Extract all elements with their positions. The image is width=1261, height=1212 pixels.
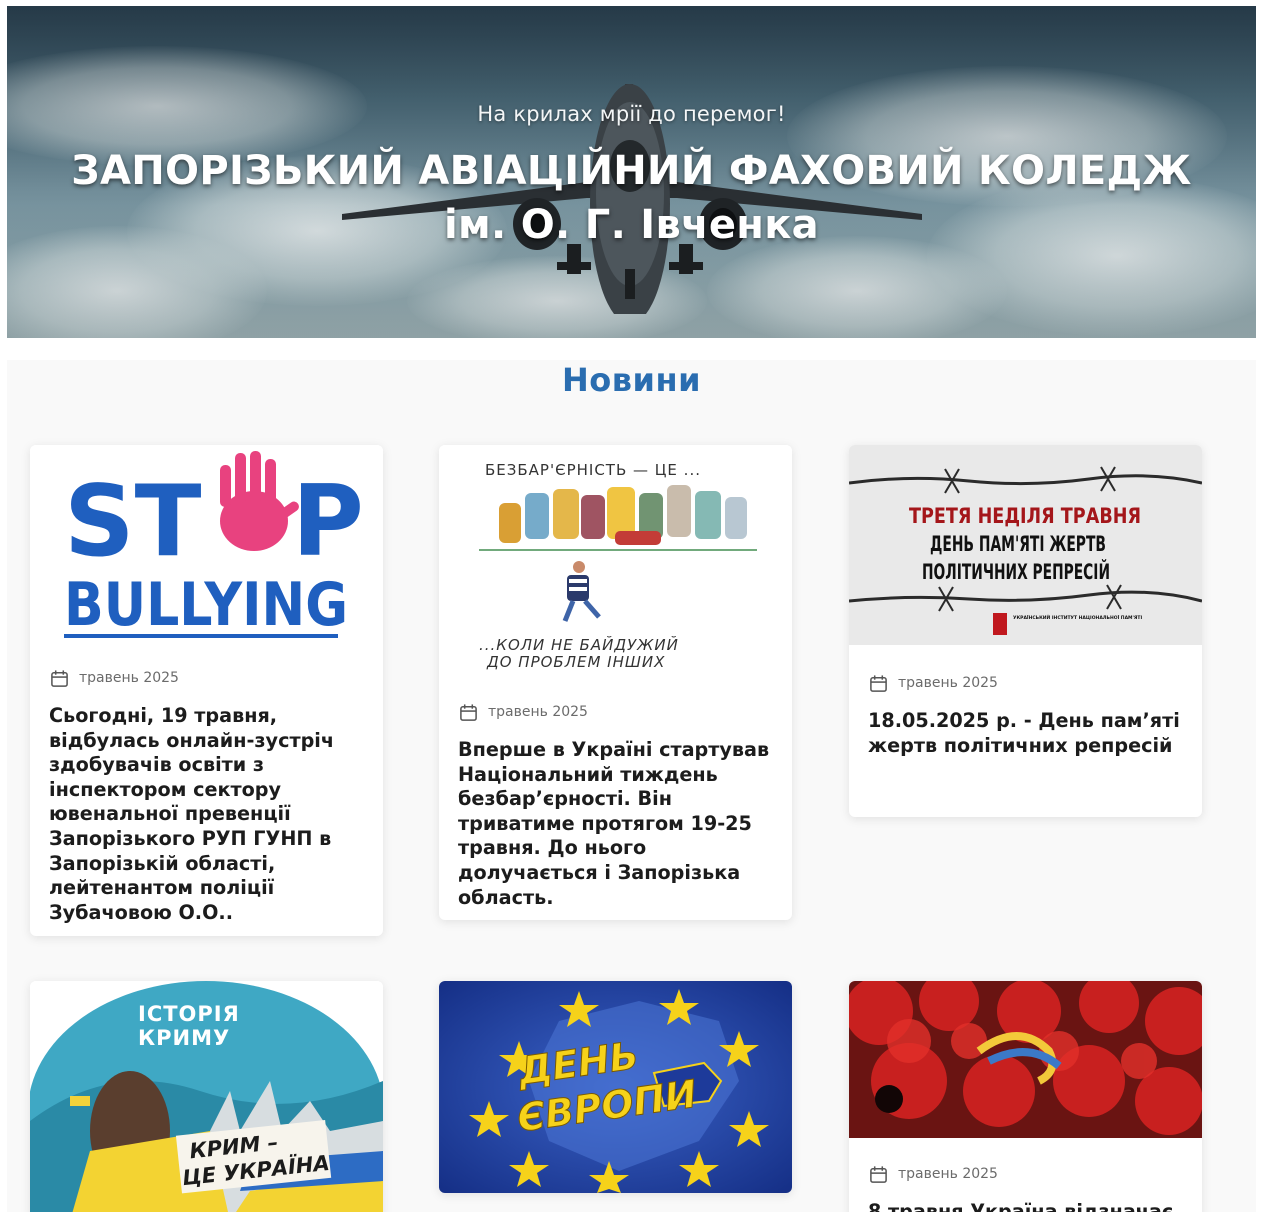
stop-bullying-image[interactable]: ST P BULLYING bbox=[30, 445, 383, 652]
news-card[interactable]: ТРЕТЯ НЕДІЛЯ ТРАВНЯ ДЕНЬ ПАМ'ЯТІ ЖЕРТВ П… bbox=[849, 445, 1202, 817]
accessibility-caption-2: ДО ПРОБЛЕМ ІНШИХ bbox=[486, 653, 665, 671]
hero-subtitle: На крилах мрії до перемог! bbox=[477, 102, 786, 126]
calendar-icon bbox=[870, 674, 887, 692]
news-date: травень 2025 bbox=[488, 704, 588, 720]
news-heading: Новини bbox=[562, 361, 701, 399]
college-title-line2: ім. О. Г. Івченка bbox=[444, 202, 819, 248]
repressions-line1: ТРЕТЯ НЕДІЛЯ ТРАВНЯ bbox=[909, 504, 1141, 528]
calendar-icon bbox=[460, 703, 477, 721]
news-date: травень 2025 bbox=[898, 675, 998, 691]
accessibility-caption-top: БЕЗБАР'ЄРНІСТЬ — ЦЕ ... bbox=[485, 461, 701, 479]
news-card[interactable]: БЕЗБАР'ЄРНІСТЬ — ЦЕ ... ...КОЛИ НЕ БАЙДУ… bbox=[439, 445, 792, 920]
news-card[interactable]: травень 2025 8 травня Україна відзначає bbox=[849, 981, 1202, 1212]
news-title[interactable]: 8 травня Україна відзначає bbox=[849, 1200, 1202, 1212]
stop-letter-p: P bbox=[292, 465, 364, 579]
bullying-word: BULLYING bbox=[64, 570, 348, 640]
europe-day-image[interactable]: ДЕНЬ ЄВРОПИ bbox=[439, 981, 792, 1193]
crimea-title-2: КРИМУ bbox=[138, 1026, 230, 1050]
calendar-icon bbox=[51, 669, 68, 687]
news-section: Новини ST P BULLYING травень 2025 Сьогод… bbox=[7, 360, 1256, 1212]
news-card[interactable]: ІСТОРІЯ КРИМУ КРИМ – ЦЕ УКРАЇНА bbox=[30, 981, 383, 1212]
calendar-icon bbox=[870, 1165, 887, 1183]
news-title[interactable]: 18.05.2025 р. - День пам’яті жертв політ… bbox=[849, 709, 1202, 758]
crimea-title-1: ІСТОРІЯ bbox=[138, 1002, 240, 1026]
repressions-image[interactable]: ТРЕТЯ НЕДІЛЯ ТРАВНЯ ДЕНЬ ПАМ'ЯТІ ЖЕРТВ П… bbox=[849, 445, 1202, 645]
hero-banner: На крилах мрії до перемог! ЗАПОРІЗЬКИЙ А… bbox=[7, 6, 1256, 338]
news-card[interactable]: ДЕНЬ ЄВРОПИ bbox=[439, 981, 792, 1193]
news-date: травень 2025 bbox=[898, 1166, 998, 1182]
repressions-line3: ПОЛІТИЧНИХ РЕПРЕСІЙ bbox=[922, 559, 1110, 584]
news-card[interactable]: ST P BULLYING травень 2025 Сьогодні, 19 … bbox=[30, 445, 383, 936]
college-title-line1: ЗАПОРІЗЬКИЙ АВІАЦІЙНИЙ ФАХОВИЙ КОЛЕДЖ bbox=[71, 148, 1192, 194]
repressions-line2: ДЕНЬ ПАМ'ЯТІ ЖЕРТВ bbox=[930, 532, 1106, 556]
stop-letters-st: ST bbox=[64, 465, 202, 579]
crimea-history-image[interactable]: ІСТОРІЯ КРИМУ КРИМ – ЦЕ УКРАЇНА bbox=[30, 981, 383, 1212]
college-title: ЗАПОРІЗЬКИЙ АВІАЦІЙНИЙ ФАХОВИЙ КОЛЕДЖ ім… bbox=[7, 144, 1256, 252]
accessibility-image[interactable]: БЕЗБАР'ЄРНІСТЬ — ЦЕ ... ...КОЛИ НЕ БАЙДУ… bbox=[439, 445, 792, 685]
news-date: травень 2025 bbox=[79, 670, 179, 686]
accessibility-caption-1: ...КОЛИ НЕ БАЙДУЖИЙ bbox=[479, 635, 679, 654]
news-title[interactable]: Вперше в Україні стартував Національний … bbox=[439, 738, 792, 910]
poppies-image[interactable] bbox=[849, 981, 1202, 1138]
news-title[interactable]: Сьогодні, 19 травня, відбулась онлайн-зу… bbox=[30, 704, 383, 925]
